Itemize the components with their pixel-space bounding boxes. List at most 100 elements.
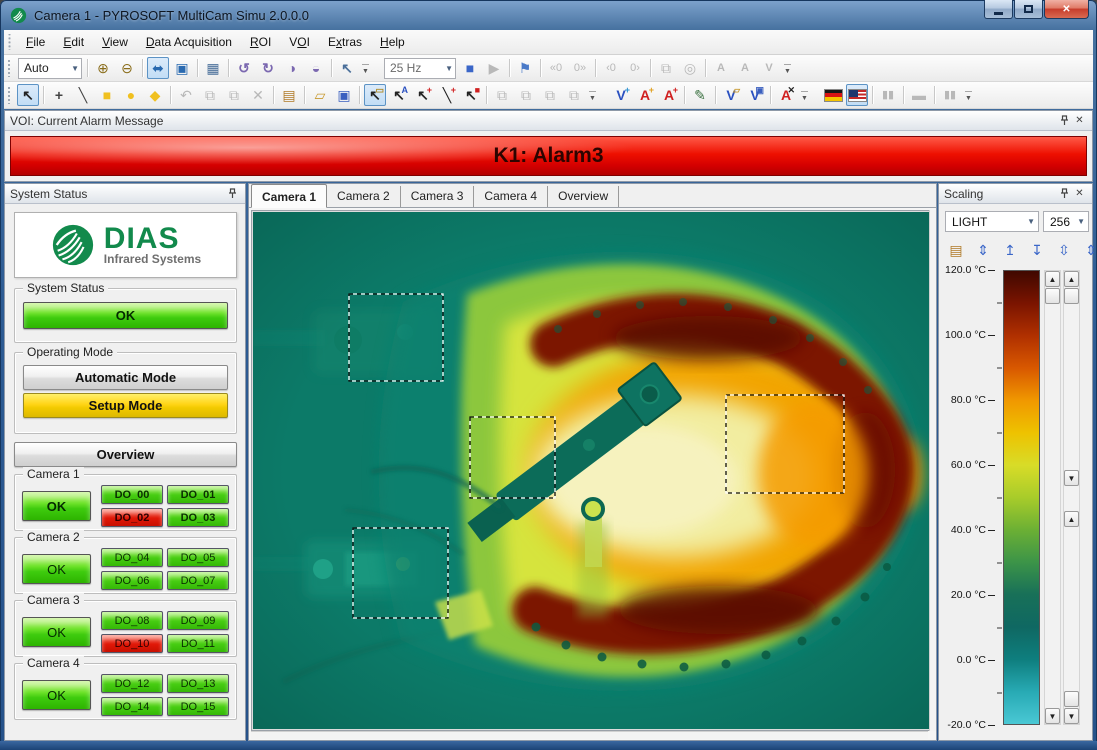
- scale-properties-button[interactable]: ▤: [945, 239, 967, 261]
- delete-button[interactable]: ✕: [247, 84, 269, 106]
- flip-vertical-button[interactable]: ◒: [305, 57, 327, 79]
- stop-button[interactable]: ■: [459, 57, 481, 79]
- scale-max-up-button[interactable]: ↥: [999, 239, 1021, 261]
- scale-full-range-button[interactable]: ⇳: [1053, 239, 1075, 261]
- fit-to-window-button[interactable]: ⬌: [147, 57, 169, 79]
- text-open-button[interactable]: A: [734, 57, 756, 79]
- tab-camera-4[interactable]: Camera 4: [474, 186, 548, 207]
- draw-rectangle-button[interactable]: ■: [96, 84, 118, 106]
- draw-polygon-button[interactable]: ◆: [144, 84, 166, 106]
- image-horizontal-scrollbar[interactable]: [251, 731, 928, 739]
- toolbar-voi-overflow[interactable]: —▼: [798, 84, 811, 106]
- menu-file[interactable]: File: [17, 32, 54, 52]
- paste-button[interactable]: ⧉: [223, 84, 245, 106]
- zoom-in-button[interactable]: ⊕: [92, 57, 114, 79]
- alarm-delete-button[interactable]: A✕: [775, 84, 797, 106]
- draw-line-button[interactable]: ╲: [72, 84, 94, 106]
- roi-group-button-3[interactable]: ⧉: [539, 84, 561, 106]
- alarm-add-ack-button[interactable]: A+: [658, 84, 680, 106]
- voi-add-button[interactable]: V+: [610, 84, 632, 106]
- menu-extras[interactable]: Extras: [319, 32, 371, 52]
- grid-button[interactable]: ▦: [202, 57, 224, 79]
- rotate-right-button[interactable]: ↻: [257, 57, 279, 79]
- scale-min-down-button[interactable]: ↧: [1026, 239, 1048, 261]
- menu-view[interactable]: View: [93, 32, 137, 52]
- scale-auto-button[interactable]: ⇕: [972, 239, 994, 261]
- record-button[interactable]: ◎: [679, 57, 701, 79]
- pin-icon[interactable]: [1057, 186, 1072, 201]
- step-forward-button[interactable]: 0›: [624, 57, 646, 79]
- pause-layout-button[interactable]: ▮▮: [877, 84, 899, 106]
- palette-combo[interactable]: LIGHT ▼: [945, 211, 1039, 232]
- toolbar-layout-overflow[interactable]: —▼: [962, 84, 975, 106]
- pin-icon[interactable]: [1057, 113, 1072, 128]
- menu-voi[interactable]: VOI: [280, 32, 319, 52]
- copy-button[interactable]: ⧉: [199, 84, 221, 106]
- zoom-mode-combo[interactable]: Auto▼: [18, 58, 82, 79]
- automatic-mode-button[interactable]: Automatic Mode: [23, 365, 228, 390]
- vertical-split-button[interactable]: ▮▮: [939, 84, 961, 106]
- tab-camera-2[interactable]: Camera 2: [327, 186, 401, 207]
- scale-max-scrollbar[interactable]: ▲ ▼: [1044, 270, 1061, 725]
- menu-edit[interactable]: Edit: [54, 32, 93, 52]
- levels-combo[interactable]: 256 ▼: [1043, 211, 1089, 232]
- menu-roi[interactable]: ROI: [241, 32, 280, 52]
- thermal-image[interactable]: [251, 210, 935, 731]
- english-language-button[interactable]: [846, 84, 868, 106]
- menu-data-acquisition[interactable]: Data Acquisition: [137, 32, 241, 52]
- scroll-thumb[interactable]: [1064, 288, 1079, 304]
- select-roi-button[interactable]: ↖: [17, 84, 39, 106]
- scroll-up-button[interactable]: ▲: [1064, 271, 1079, 287]
- maximize-button[interactable]: [1014, 0, 1043, 19]
- tab-overview[interactable]: Overview: [548, 186, 619, 207]
- close-button[interactable]: ✕: [1044, 0, 1089, 19]
- pin-icon[interactable]: [225, 186, 240, 201]
- roi-label-mode-button[interactable]: ↖A: [388, 84, 410, 106]
- roi-delete-button[interactable]: ↖■: [460, 84, 482, 106]
- flip-horizontal-button[interactable]: ◑: [281, 57, 303, 79]
- rotate-left-button[interactable]: ↺: [233, 57, 255, 79]
- text-save-button[interactable]: A: [710, 57, 732, 79]
- cursor-mode-button[interactable]: ↖: [336, 57, 358, 79]
- alarm-add-button[interactable]: A+: [634, 84, 656, 106]
- roi-list-button[interactable]: ▤: [278, 84, 300, 106]
- close-icon[interactable]: ✕: [1072, 186, 1087, 201]
- frame-rate-combo[interactable]: 25 Hz▼: [384, 58, 456, 79]
- scroll-up-button[interactable]: ▲: [1064, 511, 1079, 527]
- voi-export-button[interactable]: V: [758, 57, 780, 79]
- german-language-button[interactable]: [822, 84, 844, 106]
- toolbar-play-overflow[interactable]: —▼: [781, 57, 794, 79]
- scroll-thumb[interactable]: [1064, 691, 1079, 707]
- roi-add-button[interactable]: ↖+: [412, 84, 434, 106]
- undo-button[interactable]: ↶: [175, 84, 197, 106]
- horizontal-split-button[interactable]: ▬: [908, 84, 930, 106]
- scale-expand-button[interactable]: ⇕: [1080, 239, 1097, 261]
- scroll-up-button[interactable]: ▲: [1045, 271, 1060, 287]
- roi-select-mode-button[interactable]: ↖▭: [364, 84, 386, 106]
- open-roi-button[interactable]: ▱: [309, 84, 331, 106]
- roi-group-button-1[interactable]: ⧉: [491, 84, 513, 106]
- tab-camera-1[interactable]: Camera 1: [251, 184, 327, 208]
- voi-open-button[interactable]: V▱: [720, 84, 742, 106]
- step-back-button[interactable]: ‹0: [600, 57, 622, 79]
- overview-button[interactable]: Overview: [14, 442, 237, 467]
- roi-group-button-2[interactable]: ⧉: [515, 84, 537, 106]
- flag-button[interactable]: ⚑: [514, 57, 536, 79]
- tab-camera-3[interactable]: Camera 3: [401, 186, 475, 207]
- full-image-button[interactable]: ▣: [171, 57, 193, 79]
- save-roi-button[interactable]: ▣: [333, 84, 355, 106]
- voi-edit-button[interactable]: ✎: [689, 84, 711, 106]
- scroll-down-button[interactable]: ▼: [1064, 708, 1079, 724]
- play-button[interactable]: ▶: [483, 57, 505, 79]
- scroll-thumb[interactable]: [1045, 288, 1060, 304]
- scale-min-scrollbar[interactable]: ▲ ▼ ▲ ▼: [1063, 270, 1080, 725]
- zoom-out-button[interactable]: ⊖: [116, 57, 138, 79]
- toolbar-roi-overflow[interactable]: —▼: [586, 84, 599, 106]
- close-icon[interactable]: ✕: [1072, 113, 1087, 128]
- draw-point-button[interactable]: +: [48, 84, 70, 106]
- menu-help[interactable]: Help: [371, 32, 414, 52]
- scroll-down-button[interactable]: ▼: [1064, 470, 1079, 486]
- roi-group-button-4[interactable]: ⧉: [563, 84, 585, 106]
- skip-start-button[interactable]: «0: [545, 57, 567, 79]
- skip-end-button[interactable]: 0»: [569, 57, 591, 79]
